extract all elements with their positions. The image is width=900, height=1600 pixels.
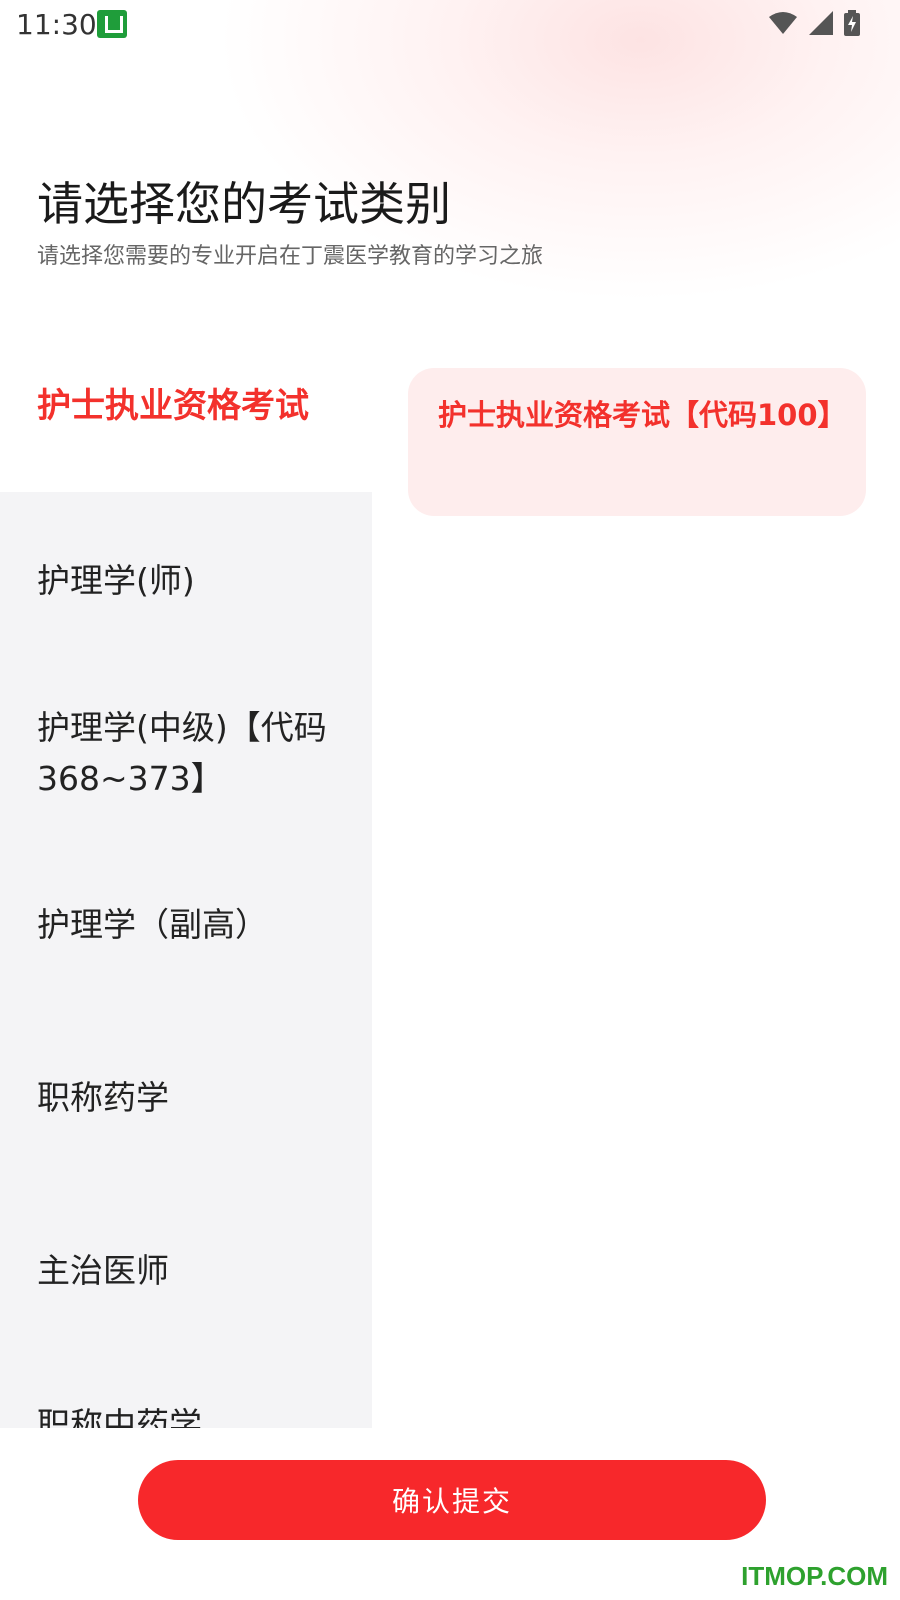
battery-icon [844, 10, 860, 36]
category-item-tcm-pharmacy[interactable]: 职称中药学 [37, 1405, 337, 1428]
page-title: 请选择您的考试类别 [37, 177, 451, 231]
category-item-nursing-intermediate[interactable]: 护理学(中级)【代码368~373】 [37, 702, 337, 804]
subcategory-label: 护士执业资格考试【代码100】 [438, 398, 847, 432]
category-item-nurse-license[interactable]: 护士执业资格考试 [37, 381, 337, 432]
category-item-pharmacy[interactable]: 职称药学 [37, 1072, 337, 1123]
signal-icon [809, 11, 833, 35]
notification-app-icon [97, 10, 127, 38]
status-icons [768, 10, 860, 36]
wifi-icon [769, 12, 797, 34]
category-item-nursing-practitioner[interactable]: 护理学(师) [37, 555, 337, 606]
category-item-label: 职称中药学 [37, 1405, 202, 1428]
category-item-attending-physician[interactable]: 主治医师 [37, 1245, 337, 1296]
subcategory-card-selected[interactable]: 护士执业资格考试【代码100】 [408, 368, 866, 516]
status-bar: 11:30 [0, 0, 900, 48]
page-subtitle: 请选择您需要的专业开启在丁震医学教育的学习之旅 [37, 244, 544, 269]
status-time: 11:30 [16, 8, 97, 41]
confirm-submit-button[interactable]: 确认提交 [138, 1460, 766, 1540]
category-item-nursing-senior[interactable]: 护理学（副高） [37, 899, 337, 950]
watermark: ITMOP.COM [741, 1561, 888, 1591]
